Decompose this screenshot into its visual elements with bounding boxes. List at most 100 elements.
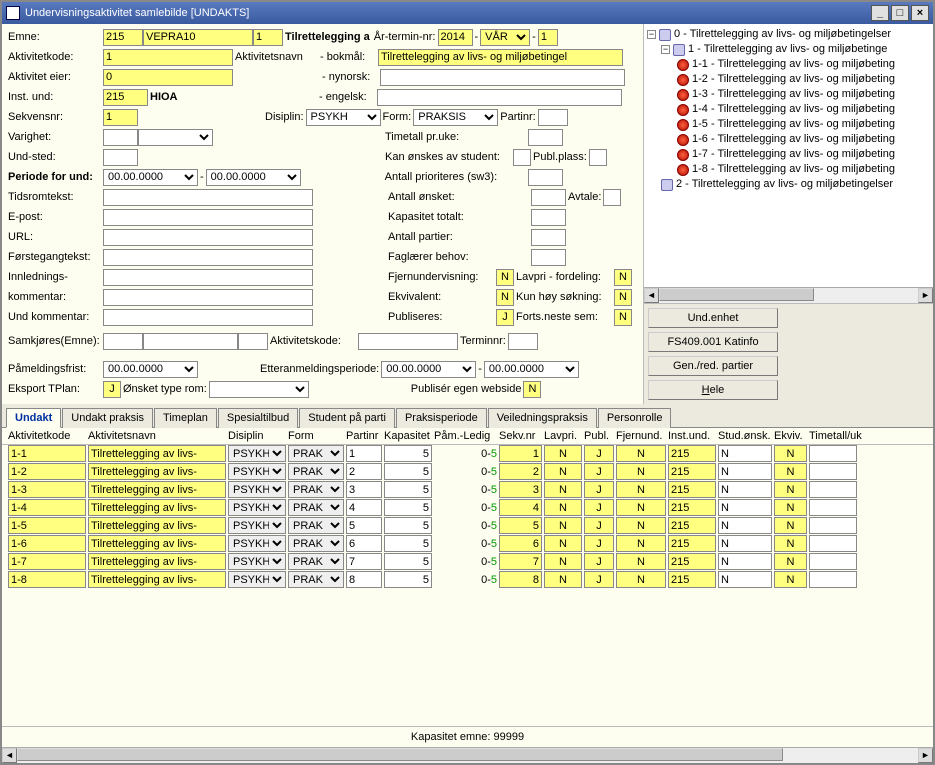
row-partnr-field[interactable] <box>346 553 382 570</box>
row-disiplin-select[interactable]: PSYKH <box>228 445 286 462</box>
row-ekv-field[interactable] <box>774 571 807 588</box>
tree-leaf[interactable]: 1-7 - Tilrettelegging av livs- og miljøb… <box>647 147 930 162</box>
genred-button[interactable]: Gen./red. partier <box>648 356 778 376</box>
row-navn-field[interactable] <box>88 481 226 498</box>
tree-leaf[interactable]: 1-2 - Tilrettelegging av livs- og miljøb… <box>647 72 930 87</box>
row-form-select[interactable]: PRAK <box>288 517 344 534</box>
kommentar-field[interactable] <box>103 289 313 306</box>
row-kap-field[interactable] <box>384 517 432 534</box>
aktnavn-nynorsk-field[interactable] <box>380 69 625 86</box>
row-sekv-field[interactable] <box>499 463 542 480</box>
sekvens-field[interactable] <box>103 109 138 126</box>
onskettype-select[interactable] <box>209 381 309 398</box>
maximize-button[interactable]: □ <box>891 5 909 21</box>
row-form-select[interactable]: PRAK <box>288 571 344 588</box>
row-form-select[interactable]: PRAK <box>288 535 344 552</box>
faglaerer-field[interactable] <box>531 249 566 266</box>
row-kode-field[interactable] <box>8 535 86 552</box>
kunhoy-field[interactable] <box>614 289 632 306</box>
collapse-icon[interactable]: − <box>647 30 656 39</box>
row-timetall-field[interactable] <box>809 571 857 588</box>
row-fjern-field[interactable] <box>616 553 666 570</box>
row-stud-field[interactable] <box>718 517 772 534</box>
row-kap-field[interactable] <box>384 499 432 516</box>
row-timetall-field[interactable] <box>809 517 857 534</box>
form-select[interactable]: PRAKSIS <box>413 109 498 126</box>
row-fjern-field[interactable] <box>616 517 666 534</box>
partnr-field[interactable] <box>538 109 568 126</box>
tab-veiledningspraksis[interactable]: Veiledningspraksis <box>488 408 597 428</box>
tab-praksisperiode[interactable]: Praksisperiode <box>396 408 487 428</box>
row-stud-field[interactable] <box>718 445 772 462</box>
row-publ-field[interactable] <box>584 535 614 552</box>
ekviv-field[interactable] <box>496 289 514 306</box>
row-stud-field[interactable] <box>718 571 772 588</box>
tree-node-1[interactable]: −1 - Tilrettelegging av livs- og miljøbe… <box>647 42 930 57</box>
row-ekv-field[interactable] <box>774 481 807 498</box>
row-kode-field[interactable] <box>8 481 86 498</box>
row-partnr-field[interactable] <box>346 481 382 498</box>
katinfo-button[interactable]: FS409.001 Katinfo <box>648 332 778 352</box>
kanonskes-field[interactable] <box>513 149 531 166</box>
row-stud-field[interactable] <box>718 481 772 498</box>
row-ekv-field[interactable] <box>774 445 807 462</box>
row-ekv-field[interactable] <box>774 535 807 552</box>
row-kode-field[interactable] <box>8 553 86 570</box>
row-publ-field[interactable] <box>584 481 614 498</box>
emne-inst-field[interactable] <box>103 29 143 46</box>
avtale-field[interactable] <box>603 189 621 206</box>
terminnr-field[interactable] <box>538 29 558 46</box>
row-timetall-field[interactable] <box>809 481 857 498</box>
row-form-select[interactable]: PRAK <box>288 499 344 516</box>
row-inst-field[interactable] <box>668 517 716 534</box>
row-timetall-field[interactable] <box>809 499 857 516</box>
undkomm-field[interactable] <box>103 309 313 326</box>
undenhet-button[interactable]: Und.enhet <box>648 308 778 328</box>
row-timetall-field[interactable] <box>809 535 857 552</box>
akteier-field[interactable] <box>103 69 233 86</box>
row-form-select[interactable]: PRAK <box>288 463 344 480</box>
row-publ-field[interactable] <box>584 499 614 516</box>
row-lav-field[interactable] <box>544 463 582 480</box>
row-disiplin-select[interactable]: PSYKH <box>228 535 286 552</box>
row-inst-field[interactable] <box>668 463 716 480</box>
varighet-unit-select[interactable] <box>138 129 213 146</box>
periode-from-select[interactable]: 00.00.0000 <box>103 169 198 186</box>
row-kap-field[interactable] <box>384 445 432 462</box>
timetall-field[interactable] <box>528 129 563 146</box>
antpartier-field[interactable] <box>531 229 566 246</box>
row-kap-field[interactable] <box>384 481 432 498</box>
row-fjern-field[interactable] <box>616 445 666 462</box>
row-publ-field[interactable] <box>584 571 614 588</box>
row-inst-field[interactable] <box>668 445 716 462</box>
row-kode-field[interactable] <box>8 445 86 462</box>
row-stud-field[interactable] <box>718 553 772 570</box>
row-lav-field[interactable] <box>544 571 582 588</box>
row-form-select[interactable]: PRAK <box>288 445 344 462</box>
eksport-field[interactable] <box>103 381 121 398</box>
row-inst-field[interactable] <box>668 553 716 570</box>
row-disiplin-select[interactable]: PSYKH <box>228 571 286 588</box>
row-navn-field[interactable] <box>88 463 226 480</box>
fjernund-field[interactable] <box>496 269 514 286</box>
row-lav-field[interactable] <box>544 553 582 570</box>
row-timetall-field[interactable] <box>809 445 857 462</box>
publegen-field[interactable] <box>523 381 541 398</box>
disiplin-select[interactable]: PSYKH <box>306 109 381 126</box>
periode-to-select[interactable]: 00.00.0000 <box>206 169 301 186</box>
aktnavn-engelsk-field[interactable] <box>377 89 622 106</box>
row-partnr-field[interactable] <box>346 499 382 516</box>
aktkode-field[interactable] <box>103 49 233 66</box>
row-kode-field[interactable] <box>8 499 86 516</box>
row-kap-field[interactable] <box>384 463 432 480</box>
row-lav-field[interactable] <box>544 499 582 516</box>
row-partnr-field[interactable] <box>346 571 382 588</box>
row-lav-field[interactable] <box>544 481 582 498</box>
row-partnr-field[interactable] <box>346 535 382 552</box>
row-lav-field[interactable] <box>544 517 582 534</box>
minimize-button[interactable]: _ <box>871 5 889 21</box>
row-publ-field[interactable] <box>584 445 614 462</box>
tree-hscroll[interactable]: ◄ ► <box>644 287 933 303</box>
tree-leaf[interactable]: 1-3 - Tilrettelegging av livs- og miljøb… <box>647 87 930 102</box>
lavpri-field[interactable] <box>614 269 632 286</box>
